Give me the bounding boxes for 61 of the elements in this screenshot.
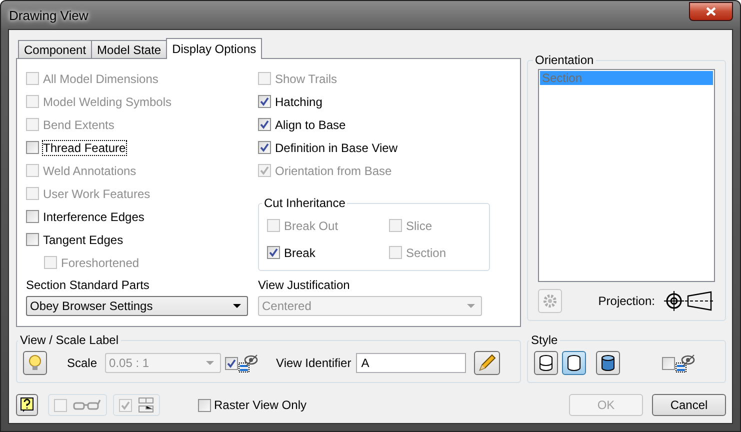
- dropdown-arrow-icon: [206, 361, 214, 365]
- checkbox[interactable]: [198, 398, 211, 412]
- group-title: View / Scale Label: [19, 333, 120, 347]
- pencil-icon: [478, 354, 496, 372]
- style-button[interactable]: [596, 351, 620, 375]
- projection-label: Projection:: [598, 294, 655, 308]
- style-button[interactable]: [562, 351, 586, 375]
- checkbox-label[interactable]: Interference Edges: [43, 210, 144, 224]
- checkbox-label[interactable]: Tangent Edges: [43, 232, 124, 246]
- checkbox[interactable]: [662, 356, 675, 370]
- cancel-button[interactable]: Cancel: [652, 394, 726, 416]
- checkbox[interactable]: [26, 210, 39, 223]
- tab[interactable]: Component: [18, 40, 92, 58]
- group-title: Orientation: [534, 53, 595, 67]
- lightbulb-icon: [28, 354, 42, 372]
- list-item[interactable]: Section: [540, 71, 713, 85]
- label-visibility-icon: [238, 353, 258, 373]
- help-icon: [20, 397, 34, 413]
- glasses-icon: [73, 399, 101, 411]
- edit-label-button[interactable]: [474, 351, 500, 375]
- label-visibility-icon: [675, 353, 695, 373]
- tab[interactable]: Model State: [91, 40, 168, 58]
- checkbox[interactable]: [225, 356, 238, 370]
- scale-label: Scale: [67, 356, 98, 370]
- field-label: Section Standard Parts: [26, 278, 150, 292]
- checkbox-label[interactable]: Raster View Only: [214, 398, 306, 412]
- checkbox[interactable]: [258, 95, 271, 108]
- view-identifier-field[interactable]: A: [356, 353, 466, 373]
- style-button[interactable]: [534, 351, 558, 375]
- close-icon: [706, 7, 716, 16]
- window-title: Drawing View: [9, 8, 88, 23]
- group-title: Style: [530, 333, 559, 347]
- checkbox-label[interactable]: Thread Feature: [43, 140, 126, 154]
- checkbox-label[interactable]: Align to Base: [275, 118, 346, 132]
- dropdown[interactable]: Obey Browser Settings: [26, 296, 248, 316]
- checkbox-label[interactable]: Break: [284, 246, 316, 260]
- checkbox[interactable]: [26, 141, 39, 154]
- view-identifier-label: View Identifier: [276, 356, 352, 370]
- gear-icon: [543, 294, 557, 308]
- checkbox[interactable]: [258, 141, 271, 154]
- close-button[interactable]: [689, 2, 733, 21]
- checkbox[interactable]: [26, 233, 39, 246]
- checkbox[interactable]: [54, 398, 67, 412]
- third-angle-projection-icon[interactable]: [663, 290, 715, 312]
- layout-icon: [138, 397, 154, 413]
- checkbox[interactable]: [119, 398, 132, 412]
- cylinder-icon: [539, 355, 553, 371]
- checkbox[interactable]: [267, 246, 280, 259]
- group-title: Cut Inheritance: [263, 196, 346, 210]
- dropdown-arrow-icon: [233, 304, 241, 308]
- lightbulb-button[interactable]: [23, 351, 47, 375]
- field-label: View Justification: [258, 278, 351, 292]
- dropdown-arrow-icon: [467, 304, 475, 308]
- checkbox-label[interactable]: Definition in Base View: [275, 140, 398, 154]
- checkbox[interactable]: [258, 118, 271, 131]
- custom-view-button[interactable]: [538, 289, 562, 313]
- shaded-cylinder-icon: [601, 355, 615, 371]
- help-button[interactable]: [16, 394, 38, 416]
- tab[interactable]: Display Options: [166, 38, 262, 59]
- cylinder-icon: [567, 355, 581, 371]
- checkbox-label[interactable]: Hatching: [275, 94, 322, 108]
